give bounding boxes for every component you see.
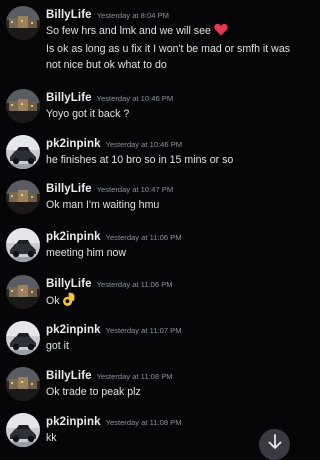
message-author[interactable]: BillyLife	[46, 278, 92, 290]
avatar-billylife[interactable]	[6, 275, 40, 309]
message-line: Ok man I'm waiting hmu	[46, 199, 160, 211]
avatar-billylife[interactable]	[6, 367, 40, 401]
message-text: got it	[46, 338, 294, 354]
message-author[interactable]: pk2inpink	[46, 231, 101, 243]
message-timestamp: Yesterday at 8:04 PM	[96, 11, 169, 20]
avatar-billylife[interactable]	[6, 89, 40, 123]
message-text: Ok man I'm waiting hmu	[46, 197, 294, 213]
message-text: kk	[46, 430, 294, 446]
message-timestamp: Yesterday at 11:08 PM	[105, 418, 182, 427]
message-author[interactable]: BillyLife	[46, 9, 92, 21]
message-author[interactable]: BillyLife	[46, 92, 92, 104]
message-line: Is ok as long as u fix it I won't be mad…	[46, 43, 291, 71]
message-timestamp: Yesterday at 11:06 PM	[96, 280, 173, 289]
avatar-billylife[interactable]	[6, 180, 40, 214]
message-author[interactable]: BillyLife	[46, 370, 92, 382]
message-timestamp: Yesterday at 11:08 PM	[96, 372, 173, 381]
message-author[interactable]: BillyLife	[46, 183, 92, 195]
message-timestamp: Yesterday at 11:06 PM	[105, 233, 182, 242]
message-line: kk	[46, 432, 57, 444]
message-line: Ok	[46, 295, 60, 307]
message-line: meeting him now	[46, 247, 127, 259]
message-author[interactable]: pk2inpink	[46, 416, 101, 428]
message-text: Ok	[46, 292, 294, 312]
message-timestamp: Yesterday at 11:07 PM	[105, 326, 182, 335]
message-timestamp: Yesterday at 10:46 PM	[96, 94, 174, 103]
avatar-pk2inpink[interactable]	[6, 228, 40, 262]
avatar-billylife[interactable]	[6, 6, 40, 40]
avatar-pk2inpink[interactable]	[6, 321, 40, 355]
message-timestamp: Yesterday at 10:46 PM	[105, 140, 183, 149]
heart-icon	[214, 23, 228, 41]
message-line: Yoyo got it back ?	[46, 108, 130, 120]
message-text: Yoyo got it back ?	[46, 106, 294, 122]
avatar-pk2inpink[interactable]	[6, 135, 40, 169]
message-text: So few hrs and lmk and we will see Is ok…	[46, 23, 294, 73]
message-timestamp: Yesterday at 10:47 PM	[96, 185, 174, 194]
message-text: Ok trade to peak plz	[46, 384, 294, 400]
message-line: got it	[46, 340, 69, 352]
message-text: meeting him now	[46, 245, 294, 261]
message-author[interactable]: pk2inpink	[46, 324, 101, 336]
message-text: he finishes at 10 bro so in 15 mins or s…	[46, 152, 294, 168]
ok-hand-icon	[62, 292, 75, 312]
chat-message-list[interactable]: BillyLife Yesterday at 8:04 PM So few hrs…	[0, 0, 298, 460]
arrow-down-icon	[268, 434, 282, 455]
scroll-to-bottom-button[interactable]	[259, 429, 290, 460]
message-line: So few hrs and lmk and we will see	[46, 25, 211, 37]
message-author[interactable]: pk2inpink	[46, 138, 101, 150]
avatar-pk2inpink[interactable]	[6, 413, 40, 447]
message-line: he finishes at 10 bro so in 15 mins or s…	[46, 154, 234, 166]
message-line: Ok trade to peak plz	[46, 386, 141, 398]
